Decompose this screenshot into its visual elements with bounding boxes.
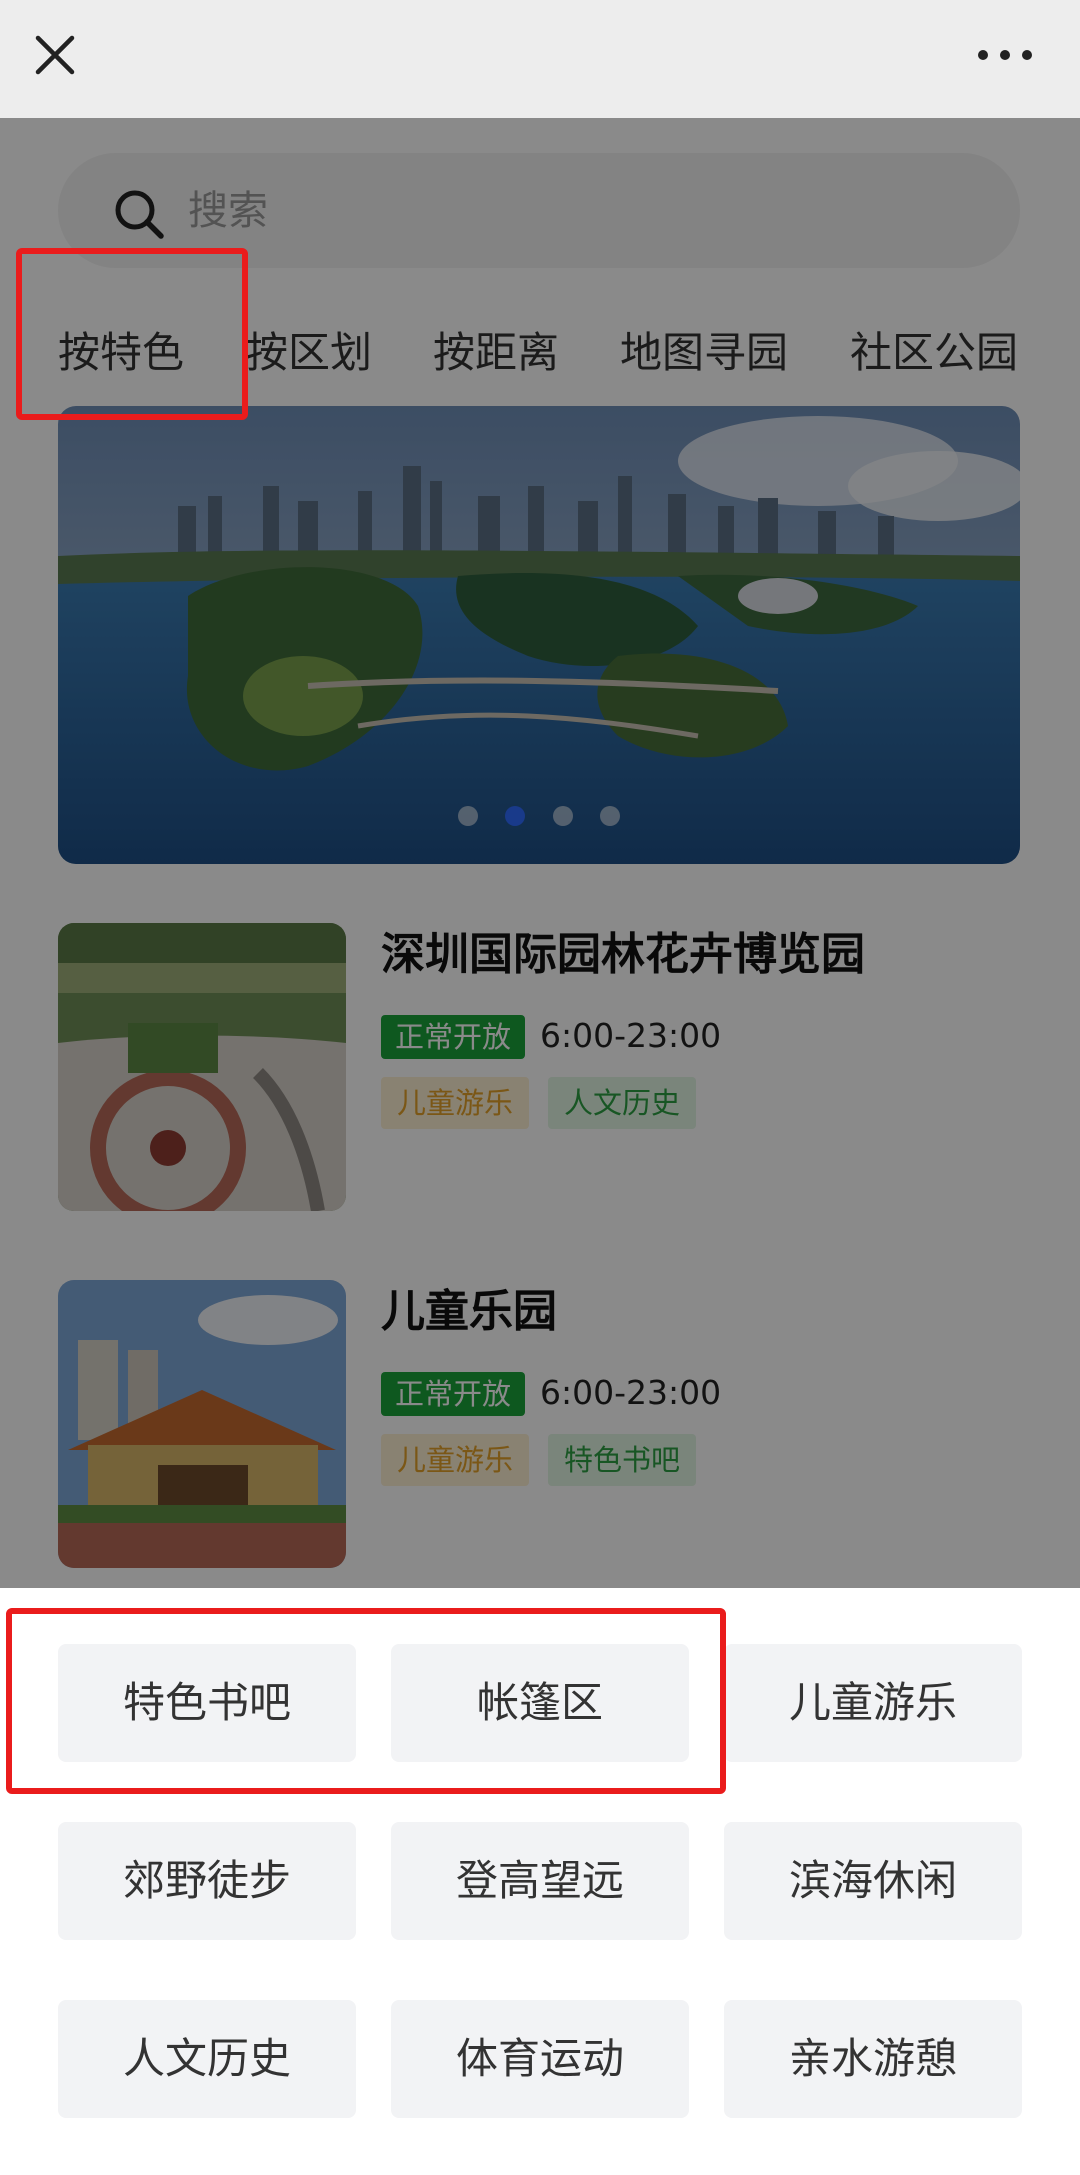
tab-community-parks[interactable]: 社区公园 bbox=[850, 303, 1018, 403]
top-bar bbox=[0, 0, 1080, 118]
filter-tabs: 按特色 按区划 按距离 地图寻园 社区公园 bbox=[0, 303, 1080, 403]
search-placeholder: 搜索 bbox=[188, 188, 268, 234]
feature-filter-sheet: 特色书吧 帐篷区 儿童游乐 郊野徒步 登高望远 滨海休闲 人文历史 体育运动 亲… bbox=[0, 1588, 1080, 2175]
tag-badge: 人文历史 bbox=[548, 1077, 697, 1129]
park-thumbnail[interactable] bbox=[58, 1280, 346, 1568]
park-name: 儿童乐园 bbox=[381, 1286, 557, 1337]
search-icon bbox=[115, 190, 164, 239]
carousel-dot[interactable] bbox=[458, 806, 479, 826]
tag-badge: 儿童游乐 bbox=[381, 1077, 530, 1129]
park-card[interactable]: 深圳国际园林花卉博览园 正常开放 6:00-23:00 儿童游乐 人文历史 bbox=[58, 923, 1020, 1213]
close-icon[interactable] bbox=[30, 30, 80, 80]
feature-option-waterside[interactable]: 亲水游憩 bbox=[724, 2000, 1022, 2118]
feature-option-sports[interactable]: 体育运动 bbox=[391, 2000, 689, 2118]
carousel-dot[interactable] bbox=[599, 806, 620, 826]
search-bar[interactable]: 搜索 bbox=[58, 153, 1020, 268]
banner-image bbox=[58, 406, 1020, 864]
feature-option-culture-history[interactable]: 人文历史 bbox=[58, 2000, 356, 2118]
carousel-dot-active[interactable] bbox=[505, 806, 526, 826]
feature-option-hiking[interactable]: 郊野徒步 bbox=[58, 1822, 356, 1940]
banner-carousel[interactable] bbox=[58, 406, 1020, 864]
status-badge: 正常开放 bbox=[381, 1015, 526, 1059]
tab-map-search[interactable]: 地图寻园 bbox=[620, 303, 788, 403]
feature-option-book-bar[interactable]: 特色书吧 bbox=[58, 1644, 356, 1762]
opening-hours: 6:00-23:00 bbox=[540, 1373, 722, 1412]
opening-hours: 6:00-23:00 bbox=[540, 1016, 722, 1055]
park-thumbnail[interactable] bbox=[58, 923, 346, 1211]
feature-option-seaside[interactable]: 滨海休闲 bbox=[724, 1822, 1022, 1940]
tab-by-district[interactable]: 按区划 bbox=[246, 303, 372, 403]
park-card[interactable]: 儿童乐园 正常开放 6:00-23:00 儿童游乐 特色书吧 bbox=[58, 1280, 1020, 1570]
tag-badge: 儿童游乐 bbox=[381, 1434, 530, 1486]
carousel-dot[interactable] bbox=[552, 806, 573, 826]
more-options-icon[interactable] bbox=[975, 44, 1035, 66]
park-name: 深圳国际园林花卉博览园 bbox=[381, 929, 865, 980]
park-photo bbox=[58, 923, 346, 1211]
page-content: 搜索 按特色 按区划 按距离 地图寻园 社区公园 深圳国际园林花卉博览园 正常开… bbox=[0, 118, 1080, 1588]
tag-badge: 特色书吧 bbox=[548, 1434, 697, 1486]
feature-option-kids-play[interactable]: 儿童游乐 bbox=[724, 1644, 1022, 1762]
park-photo bbox=[58, 1280, 346, 1568]
feature-option-tent-area[interactable]: 帐篷区 bbox=[391, 1644, 689, 1762]
status-badge: 正常开放 bbox=[381, 1372, 526, 1416]
tab-by-distance[interactable]: 按距离 bbox=[433, 303, 559, 403]
tab-by-feature[interactable]: 按特色 bbox=[58, 303, 184, 403]
feature-option-climb-view[interactable]: 登高望远 bbox=[391, 1822, 689, 1940]
carousel-indicator bbox=[58, 806, 1020, 826]
